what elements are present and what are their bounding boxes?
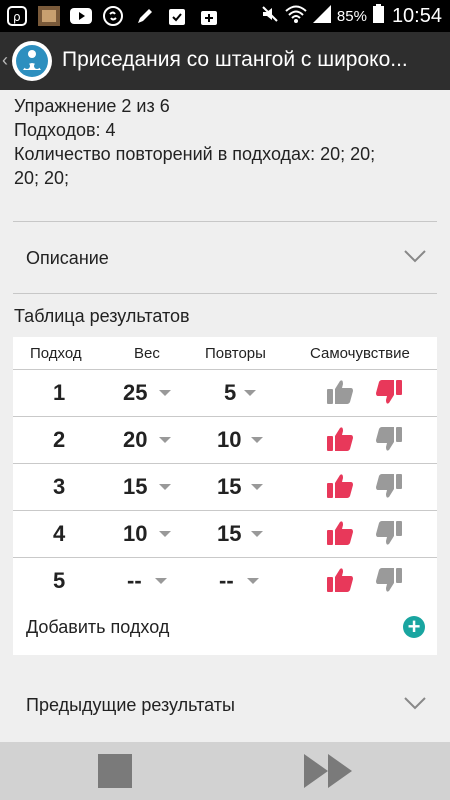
description-label: Описание	[26, 247, 109, 268]
battery-percent: 85%	[336, 7, 367, 25]
reps-value[interactable]: 5	[224, 380, 236, 406]
results-table-title: Таблица результатов	[14, 306, 190, 326]
reps-line-2: 20; 20;	[14, 168, 70, 188]
thumbs-down-icon[interactable]	[374, 519, 404, 547]
table-header: Подход Вес Повторы Самочувствие	[13, 337, 437, 369]
youtube-icon	[70, 5, 92, 27]
weight-dropdown-icon[interactable]	[155, 578, 167, 584]
thumbs-up-icon[interactable]	[325, 378, 355, 406]
clock: 10:54	[391, 4, 442, 27]
svg-text:ρ: ρ	[13, 10, 21, 24]
reps-dropdown-icon[interactable]	[251, 484, 263, 490]
reps-dropdown-icon[interactable]	[244, 390, 256, 396]
thumbs-down-icon[interactable]	[374, 425, 404, 453]
weight-dropdown-icon[interactable]	[159, 531, 171, 537]
wifi-icon	[285, 5, 307, 28]
header-feeling: Самочувствие	[310, 345, 410, 362]
weight-dropdown-icon[interactable]	[159, 437, 171, 443]
previous-results-label: Предыдущие результаты	[26, 694, 235, 715]
weight-value[interactable]: 15	[123, 474, 147, 500]
table-row: 4 10 15	[13, 510, 437, 557]
r-app-icon: ρ	[6, 5, 28, 27]
thumbs-up-icon[interactable]	[325, 472, 355, 500]
thumbs-down-icon[interactable]	[374, 472, 404, 500]
add-set-label: Добавить подход	[26, 617, 170, 637]
exercise-info: Упражнение 2 из 6 Подходов: 4 Количество…	[14, 94, 434, 190]
header-set: Подход	[30, 345, 82, 362]
page-title: Приседания со штангой с широко...	[62, 48, 408, 71]
app-logo-icon	[16, 45, 48, 77]
weight-value[interactable]: 25	[123, 380, 147, 406]
add-set-plus-icon[interactable]: +	[403, 616, 425, 638]
app-bar: ‹ Приседания со штангой с широко...	[0, 32, 450, 90]
bag-plus-icon	[198, 5, 220, 27]
game-icon	[38, 5, 60, 27]
previous-results-section[interactable]: Предыдущие результаты	[13, 681, 437, 729]
reps-dropdown-icon[interactable]	[251, 531, 263, 537]
weight-dropdown-icon[interactable]	[159, 484, 171, 490]
table-row: 2 20 10	[13, 416, 437, 463]
back-chevron-icon[interactable]: ‹	[2, 50, 8, 71]
exercise-counter: Упражнение 2 из 6	[14, 96, 170, 116]
app-logo[interactable]	[12, 41, 52, 81]
add-set-row[interactable]: Добавить подход +	[13, 602, 437, 652]
table-row: 3 15 15	[13, 463, 437, 510]
bottom-toolbar	[0, 742, 450, 800]
set-number: 2	[53, 427, 66, 452]
reps-dropdown-icon[interactable]	[247, 578, 259, 584]
reps-value[interactable]: --	[219, 568, 234, 594]
stop-icon[interactable]	[98, 754, 132, 788]
pen-icon	[134, 5, 156, 27]
clipboard-check-icon	[166, 5, 188, 27]
weight-value[interactable]: --	[127, 568, 142, 594]
sets-count: Подходов: 4	[14, 120, 116, 140]
reps-value[interactable]: 10	[217, 427, 241, 453]
signal-icon	[312, 4, 331, 28]
battery-icon	[372, 4, 384, 28]
description-section[interactable]: Описание	[13, 234, 437, 282]
reps-value[interactable]: 15	[217, 521, 241, 547]
results-table: Подход Вес Повторы Самочувствие 1 25 5 2…	[13, 337, 437, 655]
weight-dropdown-icon[interactable]	[159, 390, 171, 396]
chevron-down-icon	[404, 250, 426, 263]
reps-line-1: Количество повторений в подходах: 20; 20…	[14, 144, 376, 164]
shazam-icon	[102, 5, 124, 27]
weight-value[interactable]: 20	[123, 427, 147, 453]
set-number: 5	[53, 568, 66, 593]
table-row: 1 25 5	[13, 369, 437, 416]
table-row: 5 -- --	[13, 557, 437, 604]
header-reps: Повторы	[205, 345, 266, 362]
header-weight: Вес	[134, 345, 160, 362]
reps-value[interactable]: 15	[217, 474, 241, 500]
mute-icon	[261, 5, 279, 28]
divider	[13, 293, 437, 294]
set-number: 3	[53, 474, 66, 499]
fast-forward-icon[interactable]	[302, 752, 354, 790]
thumbs-down-icon[interactable]	[374, 566, 404, 594]
weight-value[interactable]: 10	[123, 521, 147, 547]
divider	[13, 221, 437, 222]
notification-icons: ρ	[6, 5, 220, 27]
thumbs-up-icon[interactable]	[325, 425, 355, 453]
system-icons: 85% 10:54	[261, 4, 442, 28]
thumbs-up-icon[interactable]	[325, 519, 355, 547]
thumbs-down-icon[interactable]	[374, 378, 404, 406]
thumbs-up-icon[interactable]	[325, 566, 355, 594]
status-bar: ρ 85% 10:54	[0, 0, 450, 32]
set-number: 1	[53, 380, 66, 405]
chevron-down-icon	[404, 697, 426, 710]
set-number: 4	[53, 521, 66, 546]
reps-dropdown-icon[interactable]	[251, 437, 263, 443]
